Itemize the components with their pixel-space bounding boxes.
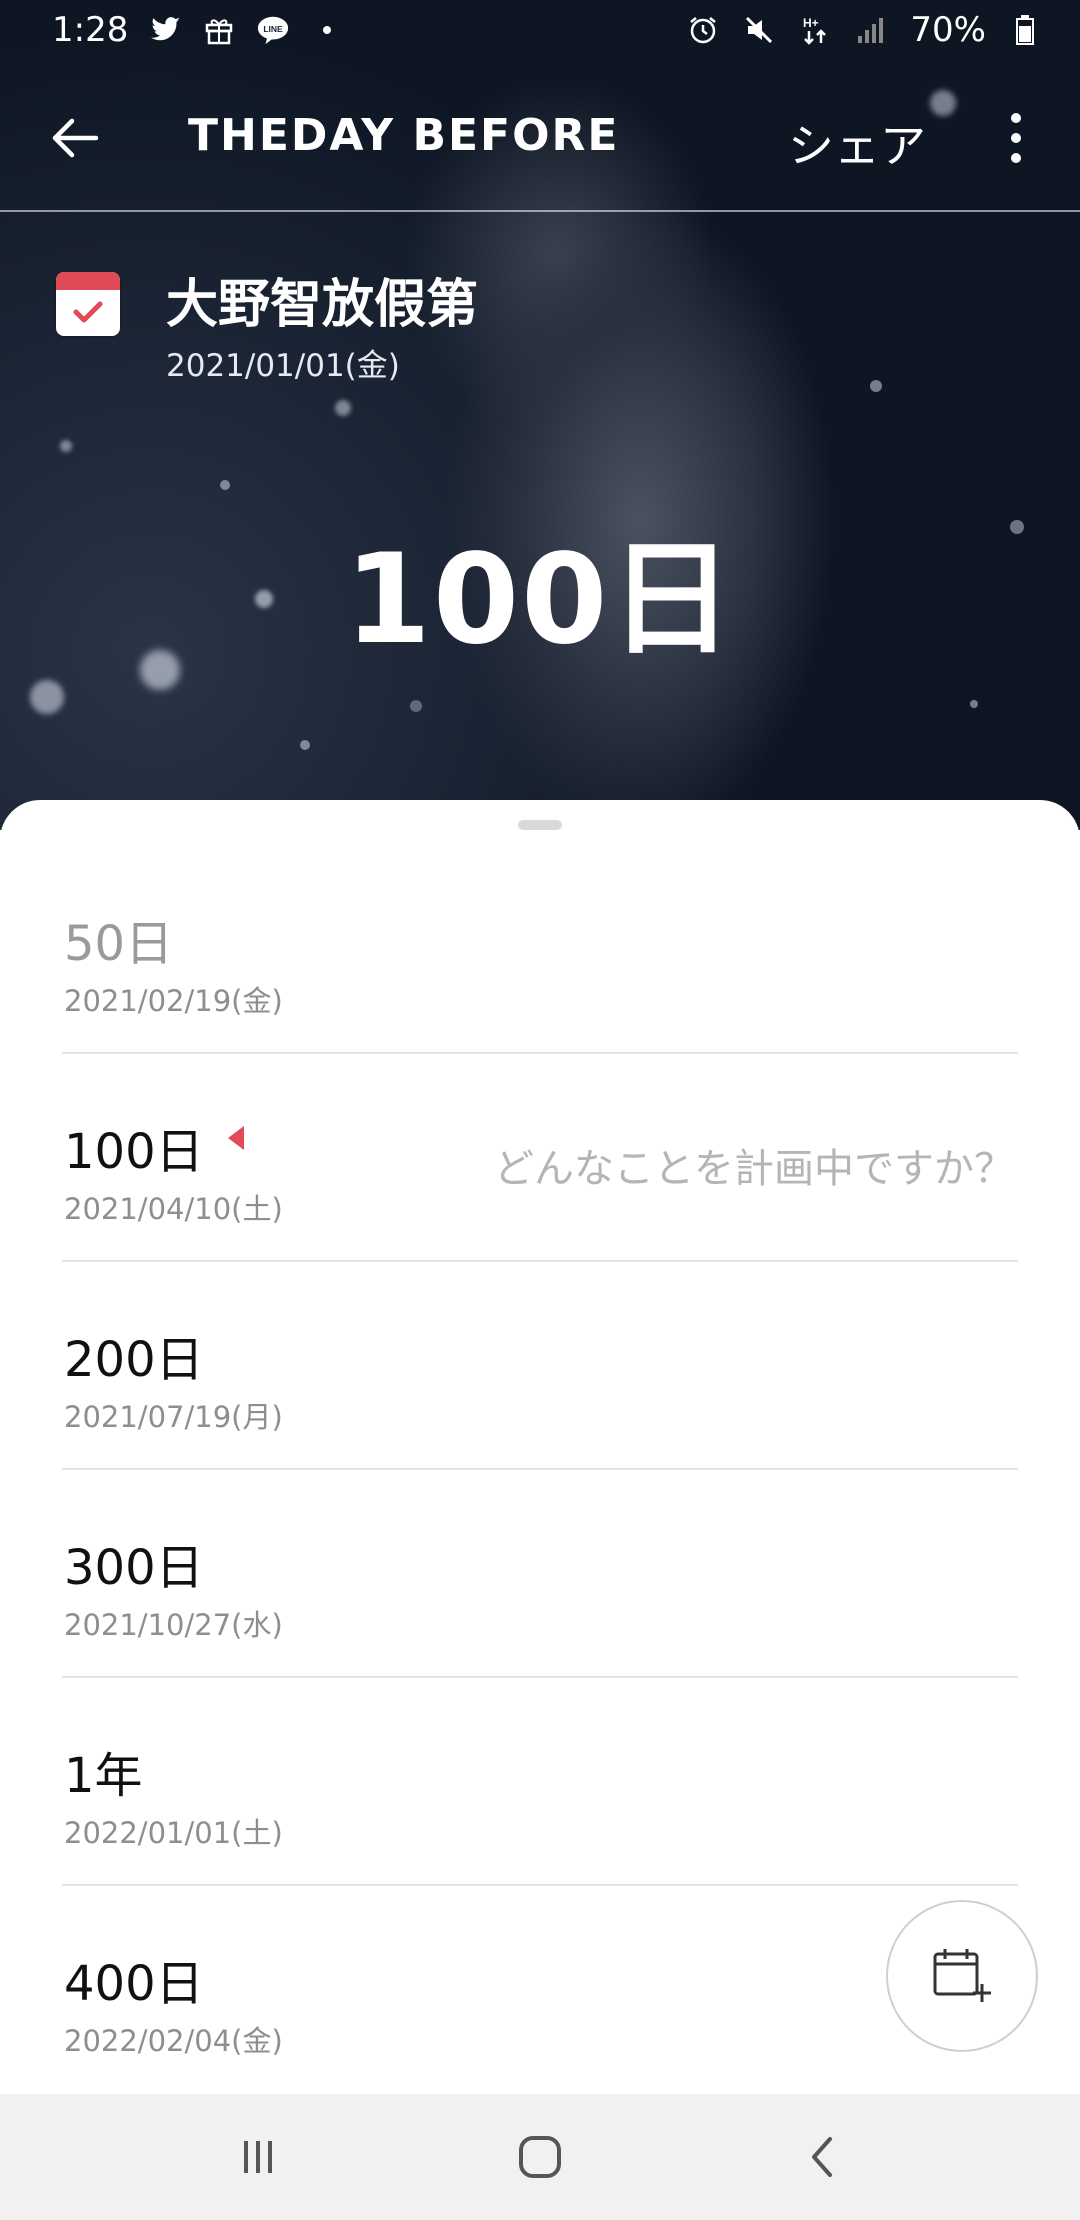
recent-apps-icon: [244, 2141, 272, 2173]
back-button[interactable]: [40, 106, 110, 170]
share-button[interactable]: シェア: [788, 110, 926, 176]
svg-text:LINE: LINE: [264, 24, 284, 34]
hero-background-photo: 1:28 LINE H+ 70% THEDAY BEFORE シェア 大野智放假…: [0, 0, 1080, 830]
milestone-label: 200日: [64, 1332, 204, 1388]
battery-icon: [1008, 13, 1042, 47]
home-button[interactable]: [500, 2124, 580, 2190]
milestone-label: 300日: [64, 1540, 204, 1596]
app-title: THEDAY BEFORE: [188, 110, 620, 161]
sparkle: [300, 740, 310, 750]
more-dot: [1011, 113, 1021, 123]
app-bar: THEDAY BEFORE シェア: [0, 66, 1080, 212]
more-options-button[interactable]: [990, 106, 1042, 170]
milestone-label: 100日: [64, 1124, 204, 1180]
recent-apps-button[interactable]: [218, 2124, 298, 2190]
more-dot: [1011, 133, 1021, 143]
status-bar: 1:28 LINE H+ 70%: [0, 0, 1080, 66]
system-back-button[interactable]: [782, 2124, 862, 2190]
milestone-date: 2021/10/27(水): [64, 1608, 283, 1642]
drag-handle[interactable]: [518, 820, 562, 830]
milestone-label: 400日: [64, 1956, 204, 2012]
sparkle: [60, 440, 72, 452]
system-nav-bar: [0, 2094, 1080, 2220]
calendar-add-icon: [933, 1949, 991, 2002]
battery-level: 70%: [910, 10, 986, 50]
current-marker-icon: [228, 1126, 244, 1150]
sparkle: [220, 480, 230, 490]
event-title[interactable]: 大野智放假第: [166, 262, 478, 337]
signal-icon: [854, 13, 888, 47]
milestone-date: 2021/02/19(金): [64, 984, 283, 1018]
day-count: 100日: [344, 528, 736, 672]
mute-icon: [742, 13, 776, 47]
milestone-row[interactable]: 400日 2022/02/04(金): [62, 1884, 1018, 2092]
sparkle: [970, 700, 978, 708]
milestone-row[interactable]: 50日 2021/02/19(金): [62, 844, 1018, 1054]
arrow-left-icon: [52, 118, 99, 158]
milestone-row[interactable]: 300日 2021/10/27(水): [62, 1468, 1018, 1678]
svg-text:H+: H+: [803, 16, 819, 30]
sparkle: [335, 400, 351, 416]
gift-icon: [202, 13, 236, 47]
milestone-date: 2021/07/19(月): [64, 1400, 283, 1434]
sparkle: [870, 380, 882, 392]
event-date: 2021/01/01(金): [166, 348, 400, 384]
milestone-date: 2022/01/01(土): [64, 1816, 283, 1850]
calendar-check-icon: [56, 272, 120, 336]
data-icon: H+: [798, 13, 832, 47]
line-icon: LINE: [256, 13, 290, 47]
status-time: 1:28: [52, 10, 129, 50]
milestone-sheet: 50日 2021/02/19(金) 100日 どんなことを計画中ですか？ 202…: [0, 800, 1080, 2094]
sparkle: [410, 700, 422, 712]
add-to-calendar-button[interactable]: [886, 1900, 1038, 2052]
milestone-date: 2021/04/10(土): [64, 1192, 283, 1226]
home-icon: [519, 2136, 561, 2178]
twitter-icon: [148, 13, 182, 47]
sparkle: [30, 680, 64, 714]
more-dot: [1011, 153, 1021, 163]
milestone-label: 1年: [64, 1748, 143, 1804]
dot-icon: [310, 13, 344, 47]
back-icon: [812, 2137, 832, 2177]
milestone-date: 2022/02/04(金): [64, 2024, 283, 2058]
plan-hint[interactable]: どんなことを計画中ですか？: [494, 1136, 1014, 1194]
milestone-row[interactable]: 200日 2021/07/19(月): [62, 1260, 1018, 1470]
milestone-label: 50日: [64, 916, 174, 972]
alarm-icon: [686, 13, 720, 47]
milestone-row[interactable]: 1年 2022/01/01(土): [62, 1676, 1018, 1886]
milestone-row-current[interactable]: 100日 どんなことを計画中ですか？ 2021/04/10(土): [62, 1052, 1018, 1262]
